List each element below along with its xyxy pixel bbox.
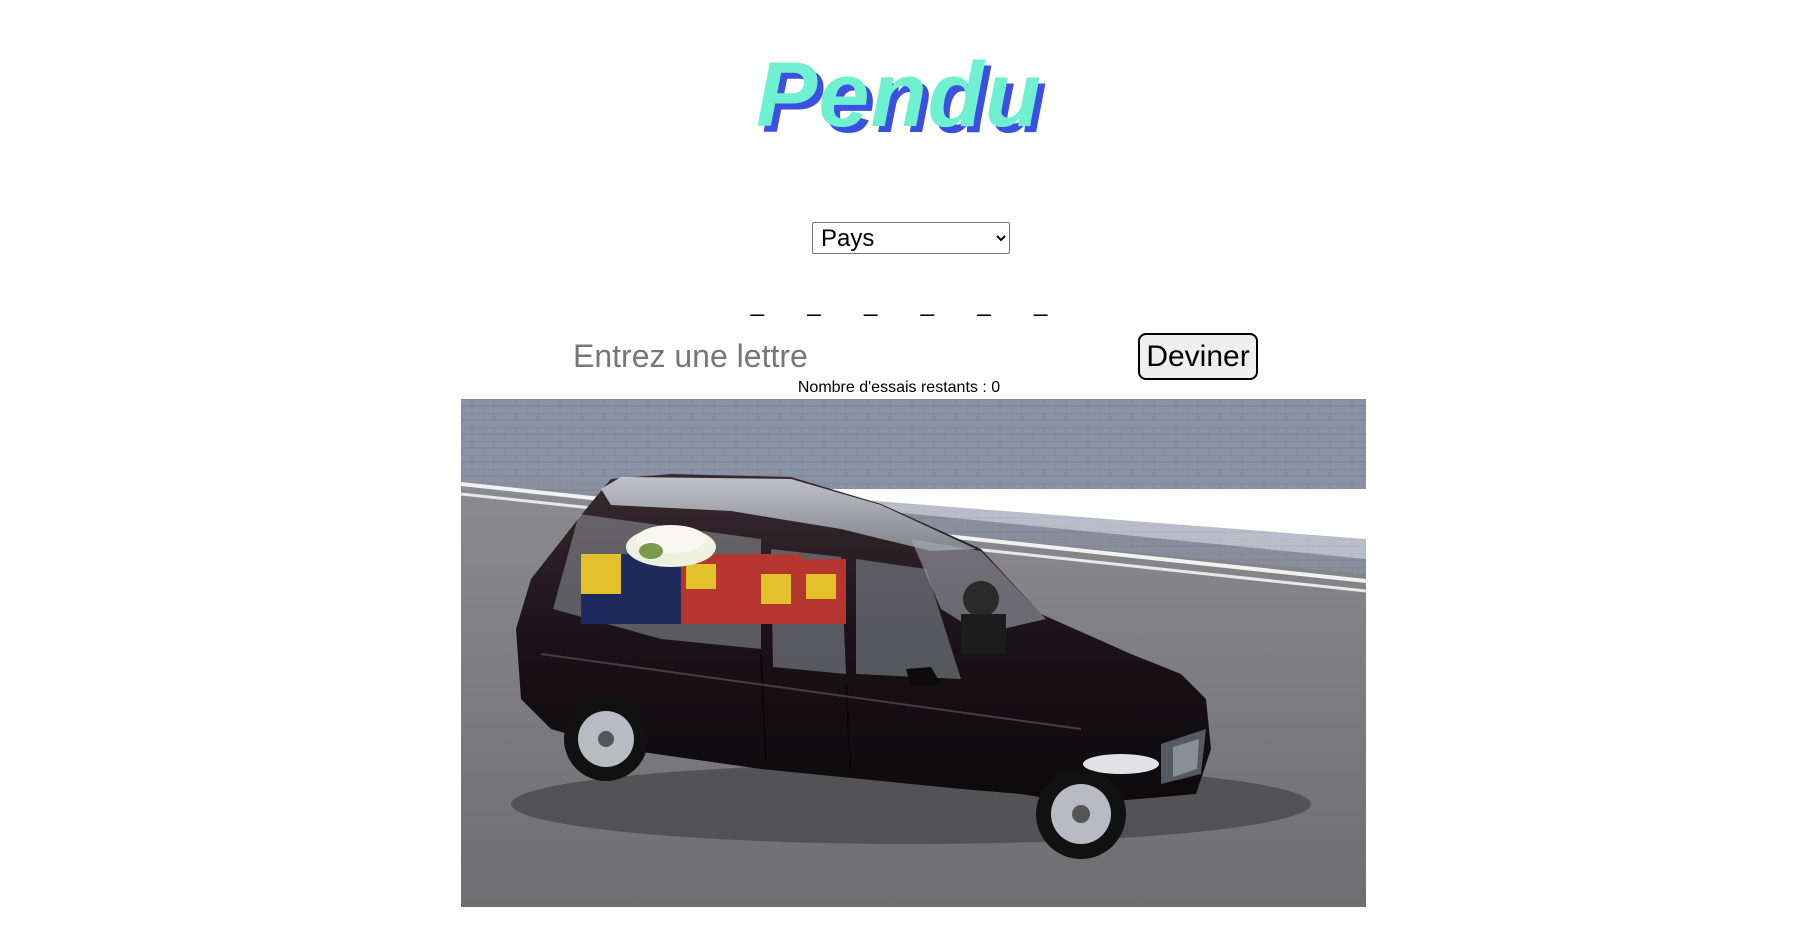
letter-input[interactable]: [565, 334, 1095, 378]
remaining-tries: Nombre d'essais restants : 0: [797, 379, 1001, 396]
hearse-photo: [461, 399, 1366, 907]
hangman-image: [461, 399, 1366, 907]
letter-slot: _: [1033, 290, 1048, 317]
guess-button[interactable]: Deviner: [1138, 333, 1258, 380]
word-display: _ _ _ _ _ _: [0, 290, 1798, 320]
letter-slot: _: [863, 290, 878, 317]
letter-slot: _: [807, 290, 821, 317]
letter-slot: _: [977, 290, 991, 317]
letter-slot: _: [920, 290, 934, 317]
letter-slot: _: [750, 290, 764, 317]
page-title: Pendu: [755, 44, 1043, 146]
hangman-page: Pendu Pays _ _ _ _ _ _ Deviner Nombre d'…: [0, 0, 1798, 930]
category-select[interactable]: Pays: [812, 222, 1010, 254]
